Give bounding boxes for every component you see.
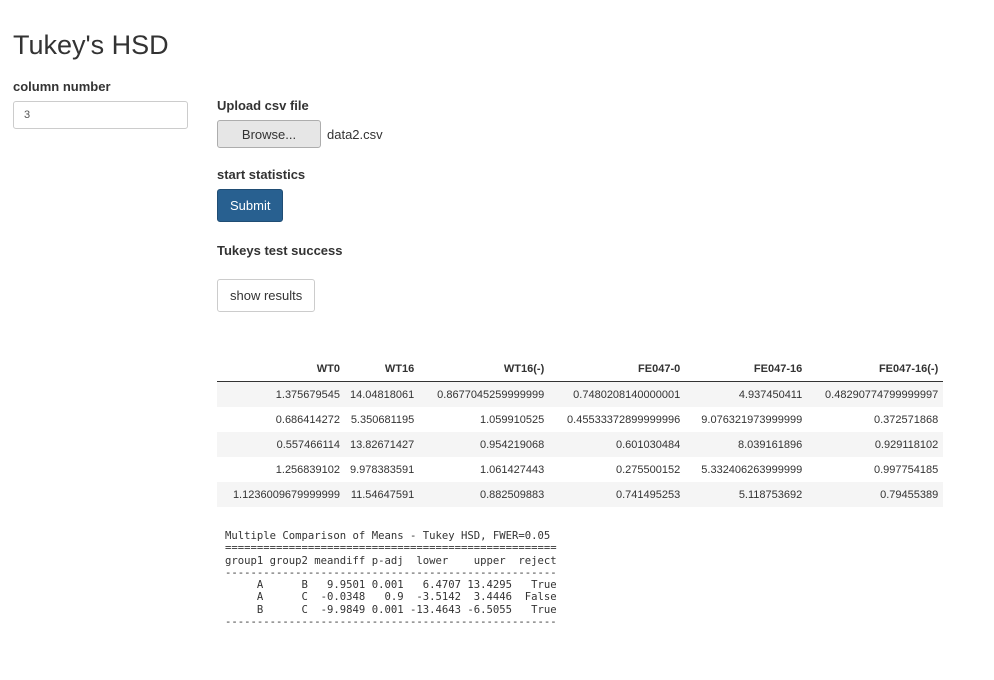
- summary-line: Multiple Comparison of Means - Tukey HSD…: [225, 530, 551, 542]
- column-header: WT16: [345, 357, 420, 382]
- selected-file-name: data2.csv: [327, 126, 383, 142]
- summary-line: ----------------------------------------…: [225, 566, 557, 579]
- show-results-button[interactable]: show results: [217, 279, 316, 312]
- table-cell: 8.039161896: [685, 432, 808, 457]
- summary-line: group1 group2 meandiff p-adj lower upper…: [225, 554, 557, 567]
- submit-button[interactable]: Submit: [217, 189, 284, 222]
- page-title: Tukey's HSD: [13, 30, 169, 60]
- table-cell: 1.256839102: [217, 457, 345, 482]
- summary-line: A C -0.0348 0.9 -3.5142 3.4446 False: [225, 591, 557, 604]
- summary-line: A B 9.9501 0.001 6.4707 13.4295 True: [225, 579, 557, 592]
- table-cell: 11.54647591: [345, 482, 420, 507]
- table-cell: 0.8677045259999999: [419, 381, 550, 407]
- column-header: FE047-0: [549, 357, 686, 382]
- upload-csv-label: Upload csv file: [217, 98, 309, 113]
- table-cell: 5.350681195: [345, 407, 420, 432]
- table-cell: 0.686414272: [217, 407, 345, 432]
- table-row: 0.686414272 5.350681195 1.059910525 0.45…: [217, 407, 944, 432]
- table-cell: 1.375679545: [217, 381, 345, 407]
- table-row: 1.375679545 14.04818061 0.86770452599999…: [217, 381, 944, 407]
- summary-line: ----------------------------------------…: [225, 616, 557, 629]
- column-number-label: column number: [13, 79, 111, 94]
- status-message: Tukeys test success: [217, 243, 343, 258]
- table-cell: 0.741495253: [549, 482, 686, 507]
- sidebar-panel: column number: [13, 79, 188, 129]
- browse-button[interactable]: Browse...: [217, 120, 321, 148]
- column-header: WT16(-): [419, 357, 550, 382]
- table-cell: 0.79455389: [807, 482, 944, 507]
- column-header: WT0: [217, 357, 345, 382]
- table-header-row: WT0 WT16 WT16(-) FE047-0 FE047-16 FE047-…: [217, 357, 944, 382]
- table-cell: 5.118753692: [685, 482, 808, 507]
- table-cell: 0.48290774799999997: [807, 381, 944, 407]
- table-cell: 9.076321973999999: [685, 407, 808, 432]
- start-statistics-label: start statistics: [217, 167, 306, 182]
- main-panel: Upload csv file Browse... data2.csv star…: [217, 98, 957, 312]
- table-cell: 0.372571868: [807, 407, 944, 432]
- file-input-group: Browse... data2.csv: [217, 120, 957, 148]
- table-cell: 1.1236009679999999: [217, 482, 345, 507]
- table-cell: 0.997754185: [807, 457, 944, 482]
- table-cell: 0.929118102: [807, 432, 944, 457]
- column-number-input[interactable]: [13, 101, 188, 129]
- table-cell: 9.978383591: [345, 457, 420, 482]
- summary-line: ========================================…: [225, 542, 557, 555]
- column-header: FE047-16: [685, 357, 808, 382]
- table-row: 1.256839102 9.978383591 1.061427443 0.27…: [217, 457, 944, 482]
- table-cell: 0.601030484: [549, 432, 686, 457]
- table-cell: 13.82671427: [345, 432, 420, 457]
- table-cell: 0.45533372899999996: [549, 407, 686, 432]
- table-cell: 0.7480208140000001: [549, 381, 686, 407]
- tukey-summary-output: Multiple Comparison of Means - Tukey HSD…: [225, 530, 557, 628]
- table-row: 1.1236009679999999 11.54647591 0.8825098…: [217, 482, 944, 507]
- table-row: 0.557466114 13.82671427 0.954219068 0.60…: [217, 432, 944, 457]
- table-cell: 0.275500152: [549, 457, 686, 482]
- column-header: FE047-16(-): [807, 357, 944, 382]
- table-cell: 4.937450411: [685, 381, 808, 407]
- page: Tukey's HSD column number Upload csv fil…: [0, 0, 994, 680]
- summary-line: B C -9.9849 0.001 -13.4643 -6.5055 True: [225, 603, 557, 616]
- table-cell: 0.557466114: [217, 432, 345, 457]
- table-cell: 1.061427443: [419, 457, 550, 482]
- table-cell: 0.954219068: [419, 432, 550, 457]
- table-cell: 14.04818061: [345, 381, 420, 407]
- table-cell: 5.332406263999999: [685, 457, 808, 482]
- table-cell: 0.882509883: [419, 482, 550, 507]
- data-table: WT0 WT16 WT16(-) FE047-0 FE047-16 FE047-…: [217, 357, 944, 507]
- table-cell: 1.059910525: [419, 407, 550, 432]
